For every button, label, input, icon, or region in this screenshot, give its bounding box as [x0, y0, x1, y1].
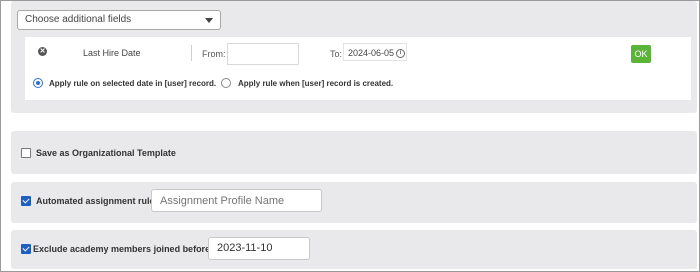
apply-on-create-radio[interactable] [221, 78, 231, 88]
apply-on-date-label: Apply rule on selected date in [user] re… [49, 79, 217, 88]
org-template-checkbox[interactable] [21, 148, 31, 158]
rule-field-name: Last Hire Date [83, 48, 141, 58]
form-frame: Choose additional fields ✕ Last Hire Dat… [0, 0, 700, 272]
chevron-down-icon [205, 18, 213, 23]
info-icon[interactable]: i [396, 49, 405, 58]
close-circle-icon[interactable]: ✕ [38, 47, 47, 56]
divider [191, 45, 192, 61]
from-date-input[interactable] [227, 43, 299, 65]
date-rule-card: ✕ Last Hire Date From: To: 2024-06-05 i … [25, 37, 691, 100]
to-label: To: [330, 49, 343, 59]
additional-fields-select[interactable]: Choose additional fields [17, 10, 221, 30]
ok-button[interactable]: OK [631, 45, 651, 63]
auto-assign-label: Automated assignment rule [36, 196, 155, 206]
exclude-members-label: Exclude academy members joined before [33, 244, 211, 254]
exclude-members-checkbox[interactable] [21, 244, 31, 254]
auto-assign-panel: Automated assignment rule [11, 182, 697, 223]
joined-before-date-input[interactable]: 2023-11-10 [208, 237, 310, 260]
from-label: From: [202, 49, 226, 59]
org-template-label: Save as Organizational Template [36, 148, 176, 158]
apply-on-date-radio[interactable] [33, 78, 43, 88]
assignment-profile-input[interactable] [151, 189, 322, 212]
apply-on-create-label: Apply rule when [user] record is created… [238, 79, 394, 88]
additional-fields-select-label: Choose additional fields [25, 14, 132, 25]
auto-assign-checkbox[interactable] [21, 196, 31, 206]
exclude-members-panel: Exclude academy members joined before 20… [11, 230, 697, 269]
rule-panel: Choose additional fields ✕ Last Hire Dat… [11, 1, 697, 113]
org-template-panel: Save as Organizational Template [11, 131, 697, 174]
